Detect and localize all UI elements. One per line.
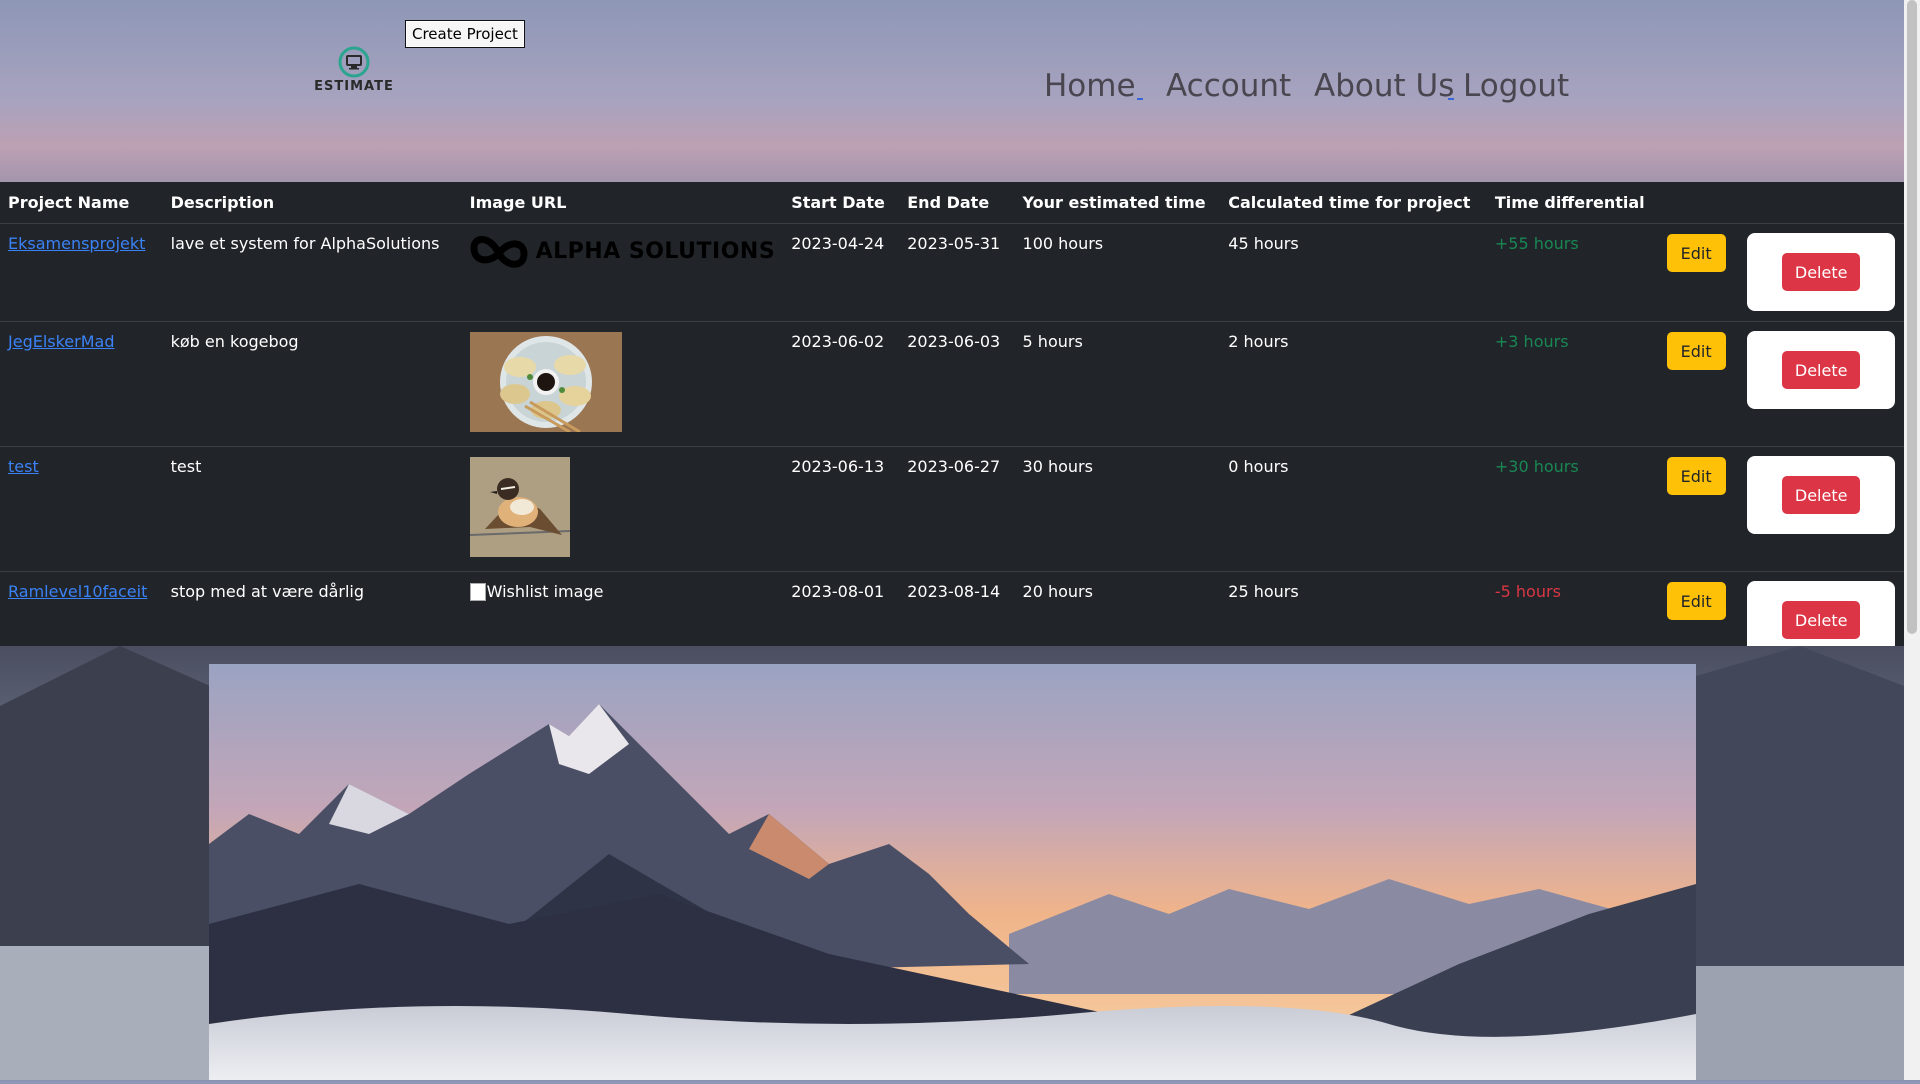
- nav-separator: [1448, 98, 1454, 100]
- broken-image: Wishlist image: [469, 582, 776, 601]
- project-link[interactable]: Eksamensprojekt: [8, 234, 145, 253]
- estimated-time: 100 hours: [1014, 223, 1221, 322]
- start-date: 2023-06-02: [783, 321, 900, 447]
- column-header: Image URL: [461, 182, 784, 224]
- nav-about-us[interactable]: About Us: [1314, 68, 1454, 104]
- column-header: Calculated time for project: [1220, 182, 1487, 224]
- edit-button[interactable]: Edit: [1666, 457, 1726, 495]
- estimated-time: 5 hours: [1014, 321, 1221, 447]
- edit-button[interactable]: Edit: [1666, 582, 1726, 620]
- scrollbar-thumb[interactable]: [1907, 0, 1917, 634]
- column-header-actions: [1658, 182, 1740, 224]
- start-date: 2023-06-13: [783, 446, 900, 572]
- end-date: 2023-05-31: [899, 223, 1015, 322]
- start-date: 2023-04-24: [783, 223, 900, 322]
- end-date: 2023-06-03: [899, 321, 1015, 447]
- create-project-button[interactable]: Create Project: [405, 20, 525, 48]
- header: Create Project ESTIMATE Home Account Abo…: [0, 0, 1904, 182]
- delete-button[interactable]: Delete: [1781, 601, 1861, 639]
- end-date: 2023-06-27: [899, 446, 1015, 572]
- column-header: Time differential: [1486, 182, 1659, 224]
- broken-image-icon: [469, 582, 486, 601]
- calculated-time: 2 hours: [1220, 321, 1487, 447]
- logo[interactable]: ESTIMATE: [308, 46, 400, 96]
- column-header: Your estimated time: [1014, 182, 1221, 224]
- vertical-scrollbar[interactable]: [1904, 0, 1920, 1080]
- project-link[interactable]: test: [8, 457, 39, 476]
- project-description: køb en kogebog: [162, 321, 462, 447]
- alpha-solutions-logo: ALPHA SOLUTIONS: [470, 234, 776, 270]
- table-row: Eksamensprojekt lave et system for Alpha…: [0, 223, 1904, 322]
- table-row: test test 2023-06-13 2023-06-27 30 hours…: [0, 446, 1904, 572]
- table-header-row: Project Name Description Image URL Start…: [0, 182, 1904, 224]
- column-header: Description: [162, 182, 462, 224]
- edit-button[interactable]: Edit: [1666, 234, 1726, 272]
- delete-button[interactable]: Delete: [1781, 476, 1861, 514]
- delete-form: Delete: [1747, 331, 1896, 409]
- time-differential: +3 hours: [1486, 321, 1659, 447]
- bird-image: [469, 457, 570, 557]
- column-header-actions: [1739, 182, 1904, 224]
- nav-account[interactable]: Account: [1166, 68, 1291, 104]
- estimated-time: 30 hours: [1014, 446, 1221, 572]
- column-header: Project Name: [0, 182, 163, 224]
- broken-image-alt: Wishlist image: [486, 582, 604, 601]
- time-differential: +55 hours: [1486, 223, 1659, 322]
- projects-table-container: Project Name Description Image URL Start…: [0, 182, 1904, 659]
- edit-button[interactable]: Edit: [1666, 332, 1726, 370]
- nav-home[interactable]: Home: [1044, 68, 1136, 104]
- table-row: JegElskerMad køb en kogebog 2023-06-02 2…: [0, 321, 1904, 447]
- column-header: End Date: [899, 182, 1015, 224]
- monitor-logo-icon: [338, 46, 370, 78]
- hero-image: [209, 664, 1696, 1080]
- alpha-solutions-text: ALPHA SOLUTIONS: [535, 239, 776, 264]
- column-header: Start Date: [783, 182, 900, 224]
- mountain-sunset-image: [209, 664, 1696, 1080]
- calculated-time: 45 hours: [1220, 223, 1487, 322]
- delete-form: Delete: [1747, 233, 1896, 311]
- projects-table: Project Name Description Image URL Start…: [0, 182, 1904, 669]
- project-description: test: [162, 446, 462, 572]
- nav-separator: [1137, 98, 1143, 100]
- dumplings-image: [469, 332, 622, 434]
- delete-form: Delete: [1747, 456, 1896, 534]
- nav-logout[interactable]: Logout: [1463, 68, 1569, 104]
- project-description: lave et system for AlphaSolutions: [162, 223, 462, 322]
- calculated-time: 0 hours: [1220, 446, 1487, 572]
- project-link[interactable]: Ramlevel10faceit: [8, 582, 147, 601]
- delete-button[interactable]: Delete: [1781, 351, 1861, 389]
- time-differential: +30 hours: [1486, 446, 1659, 572]
- project-link[interactable]: JegElskerMad: [8, 332, 115, 351]
- logo-text: ESTIMATE: [314, 79, 394, 94]
- infinity-icon: [470, 236, 528, 268]
- delete-button[interactable]: Delete: [1781, 253, 1861, 291]
